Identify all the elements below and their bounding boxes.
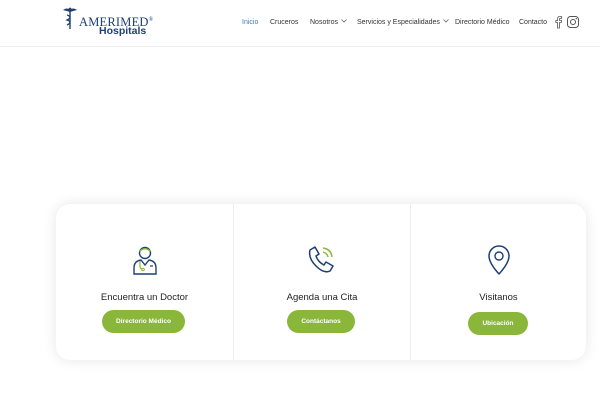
phone-call-icon (308, 246, 334, 273)
ubicacion-button[interactable]: Ubicación (468, 312, 528, 335)
nav-item-servicios[interactable]: Servicios y Especialidades (357, 17, 449, 29)
contactanos-button[interactable]: Contáctanos (287, 310, 355, 333)
chevron-down-icon (341, 19, 347, 23)
card-find-doctor: Encuentra un Doctor Directorio Médico (56, 204, 233, 360)
quick-links-panel: Encuentra un Doctor Directorio Médico Ag… (56, 204, 586, 360)
nav-item-nosotros[interactable]: Nosotros (310, 17, 347, 29)
directorio-medico-button[interactable]: Directorio Médico (102, 310, 185, 333)
instagram-icon[interactable] (566, 15, 579, 29)
site-header: AMERIMED® Hospitals Inicio Cruceros Noso… (0, 0, 600, 47)
location-pin-icon (488, 245, 510, 275)
caduceus-icon (63, 7, 77, 29)
nav-item-servicios-label: Servicios y Especialidades (357, 19, 440, 26)
nav-item-directorio[interactable]: Directorio Médico (455, 17, 509, 29)
facebook-icon[interactable] (553, 15, 565, 29)
nav-item-contacto[interactable]: Contacto (519, 17, 547, 29)
card-visit-us: Visitanos Ubicación (410, 204, 586, 360)
card-book-appointment: Agenda una Cita Contáctanos (233, 204, 410, 360)
nav-item-cruceros[interactable]: Cruceros (270, 17, 298, 29)
doctor-icon (133, 246, 157, 275)
card-title: Visitanos (479, 292, 518, 303)
card-title: Encuentra un Doctor (100, 292, 189, 303)
logo-subtitle: Hospitals (99, 25, 147, 37)
chevron-down-icon (443, 19, 449, 23)
nav-item-inicio[interactable]: Inicio (242, 17, 258, 29)
nav-item-nosotros-label: Nosotros (310, 19, 339, 26)
amerimed-logo[interactable]: AMERIMED® Hospitals (62, 5, 154, 39)
card-title: Agenda una Cita (286, 292, 358, 303)
